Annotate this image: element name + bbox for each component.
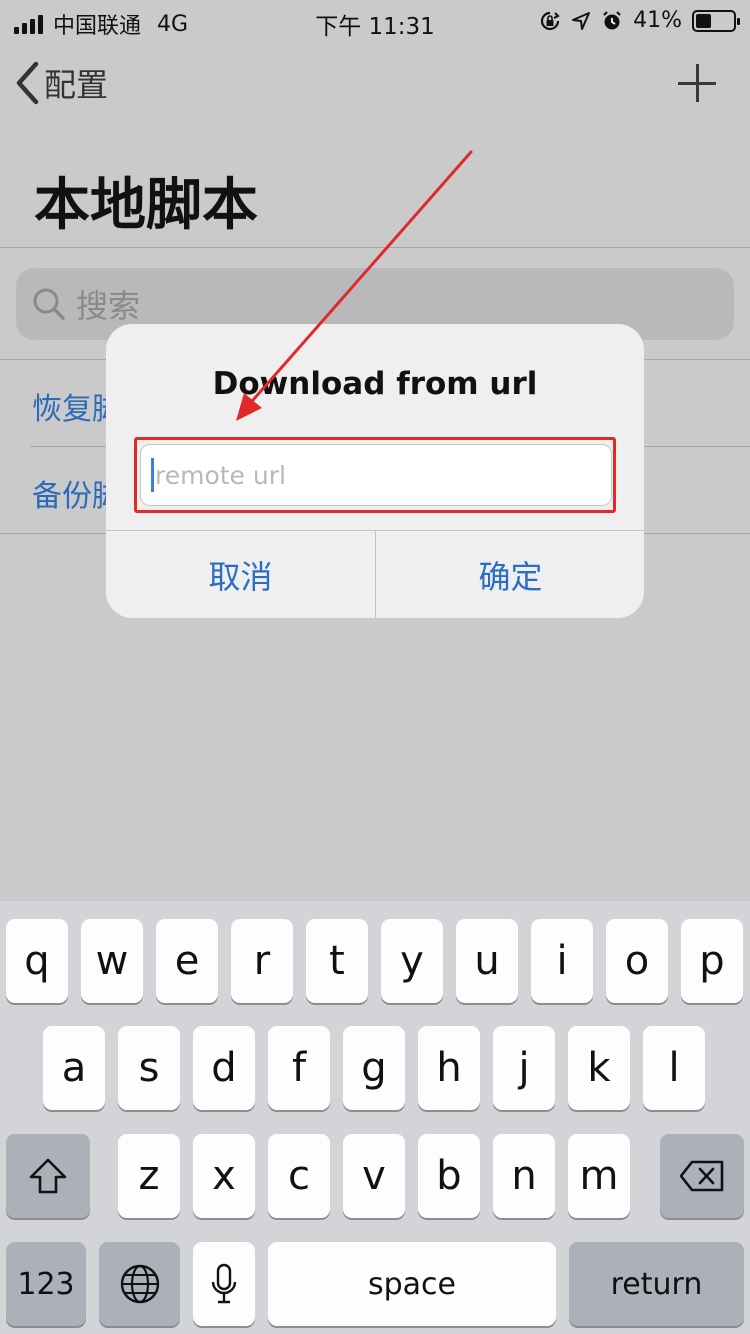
key-w[interactable]: w	[81, 919, 143, 1003]
key-l[interactable]: l	[643, 1026, 705, 1110]
numbers-key[interactable]: 123	[6, 1242, 86, 1326]
key-n[interactable]: n	[493, 1134, 555, 1218]
plus-icon[interactable]	[678, 64, 716, 102]
search-placeholder: 搜索	[76, 287, 141, 325]
back-label: 配置	[44, 66, 109, 104]
location-icon	[572, 11, 591, 30]
download-dialog: Download from url remote url 取消 确定	[106, 324, 644, 618]
keyboard: q w e r t y u i o p a s d f g h j k l z …	[0, 901, 750, 1334]
key-o[interactable]: o	[606, 919, 668, 1003]
key-h[interactable]: h	[418, 1026, 480, 1110]
list-item-backup[interactable]: 备份脚	[32, 471, 108, 515]
shift-icon	[29, 1158, 67, 1194]
back-button[interactable]: 配置	[14, 60, 108, 106]
cancel-button[interactable]: 取消	[106, 531, 375, 618]
status-right: 41%	[539, 8, 740, 33]
return-key[interactable]: return	[569, 1242, 744, 1326]
key-i[interactable]: i	[531, 919, 593, 1003]
key-f[interactable]: f	[268, 1026, 330, 1110]
key-m[interactable]: m	[568, 1134, 630, 1218]
battery-fill	[696, 13, 711, 28]
globe-icon	[120, 1264, 159, 1304]
backspace-icon	[679, 1160, 724, 1192]
key-v[interactable]: v	[343, 1134, 405, 1218]
search-icon	[33, 288, 65, 320]
status-bar: 中国联通 4G 下午 11:31 41%	[0, 0, 750, 40]
url-input-placeholder: remote url	[155, 460, 286, 490]
key-q[interactable]: q	[6, 919, 68, 1003]
key-r[interactable]: r	[231, 919, 293, 1003]
key-b[interactable]: b	[418, 1134, 480, 1218]
confirm-button[interactable]: 确定	[376, 531, 644, 618]
url-input[interactable]: remote url	[140, 444, 612, 506]
key-s[interactable]: s	[118, 1026, 180, 1110]
key-p[interactable]: p	[681, 919, 743, 1003]
text-caret	[151, 458, 154, 492]
key-z[interactable]: z	[118, 1134, 180, 1218]
microphone-key[interactable]	[193, 1242, 255, 1326]
key-u[interactable]: u	[456, 919, 518, 1003]
key-c[interactable]: c	[268, 1134, 330, 1218]
key-a[interactable]: a	[43, 1026, 105, 1110]
input-highlight-box: remote url	[134, 437, 616, 513]
rotation-lock-icon	[541, 11, 560, 30]
globe-key[interactable]	[99, 1242, 180, 1326]
page-title: 本地脚本	[34, 173, 258, 238]
microphone-icon	[211, 1263, 237, 1304]
alarm-icon	[603, 10, 621, 29]
key-j[interactable]: j	[493, 1026, 555, 1110]
delete-key[interactable]	[660, 1134, 744, 1218]
battery-icon	[692, 9, 740, 32]
chevron-left-icon	[16, 61, 39, 105]
key-x[interactable]: x	[193, 1134, 255, 1218]
key-k[interactable]: k	[568, 1026, 630, 1110]
key-e[interactable]: e	[156, 919, 218, 1003]
key-y[interactable]: y	[381, 919, 443, 1003]
title-divider	[0, 247, 750, 248]
dialog-title: Download from url	[212, 366, 538, 402]
shift-key[interactable]	[6, 1134, 90, 1218]
screen: 中国联通 4G 下午 11:31 41% 配置 本地脚本 搜索 恢复脚 备份脚 …	[0, 0, 750, 1334]
key-t[interactable]: t	[306, 919, 368, 1003]
battery-percent: 41%	[633, 8, 682, 33]
list-item-restore[interactable]: 恢复脚	[32, 384, 108, 428]
key-d[interactable]: d	[193, 1026, 255, 1110]
key-g[interactable]: g	[343, 1026, 405, 1110]
space-key[interactable]: space	[268, 1242, 556, 1326]
